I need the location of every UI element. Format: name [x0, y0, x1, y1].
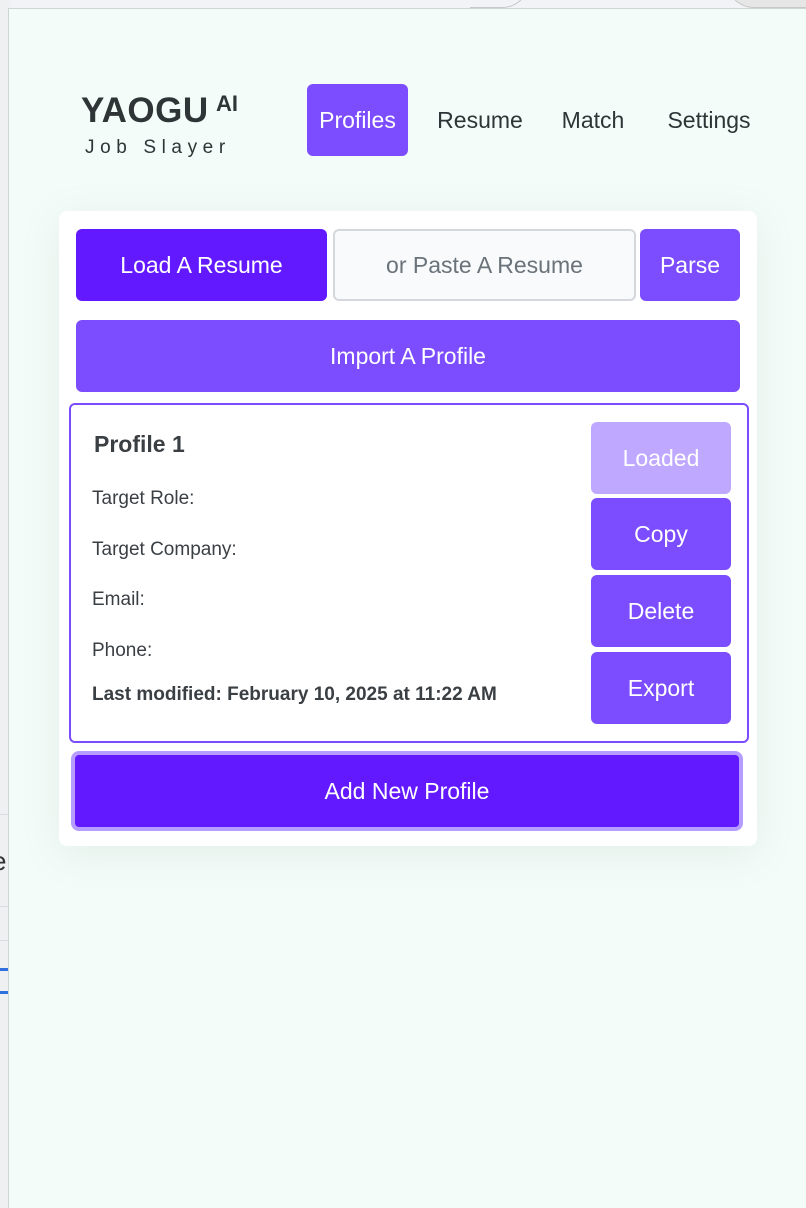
extension-popup: YAOGU AI Job Slayer Profiles Resume Matc… — [8, 8, 806, 1208]
browser-frame-edge — [470, 0, 530, 8]
profile-card: Profile 1 Target Role: Target Company: E… — [69, 403, 749, 743]
logo-wordmark: YAOGU — [81, 91, 209, 130]
loaded-button[interactable]: Loaded — [591, 422, 731, 494]
last-modified-text: Last modified: February 10, 2025 at 11:2… — [92, 684, 497, 705]
add-new-profile-button[interactable]: Add New Profile — [71, 751, 743, 831]
delete-button[interactable]: Delete — [591, 575, 731, 647]
logo-tagline: Job Slayer — [85, 137, 231, 158]
tab-resume[interactable]: Resume — [425, 84, 535, 156]
export-button[interactable]: Export — [591, 652, 731, 724]
import-profile-button[interactable]: Import A Profile — [76, 320, 740, 392]
profile-name: Profile 1 — [94, 431, 185, 457]
background-icon-fragment — [0, 968, 8, 994]
logo-ai-superscript: AI — [216, 91, 238, 116]
paste-resume-input[interactable] — [333, 229, 636, 301]
browser-frame-edge — [726, 0, 806, 8]
load-resume-button[interactable]: Load A Resume — [76, 229, 327, 301]
tab-settings[interactable]: Settings — [651, 84, 767, 156]
phone-label: Phone: — [92, 640, 153, 661]
background-text-fragment: e — [0, 846, 6, 877]
target-role-label: Target Role: — [92, 488, 195, 509]
target-company-label: Target Company: — [92, 539, 237, 560]
app-logo: YAOGU AI Job Slayer — [81, 91, 238, 158]
parse-button[interactable]: Parse — [640, 229, 740, 301]
tab-match[interactable]: Match — [547, 84, 639, 156]
email-label: Email: — [92, 589, 145, 610]
copy-button[interactable]: Copy — [591, 498, 731, 570]
profiles-panel: Load A Resume Parse Import A Profile Pro… — [59, 211, 757, 846]
tab-profiles[interactable]: Profiles — [307, 84, 408, 156]
